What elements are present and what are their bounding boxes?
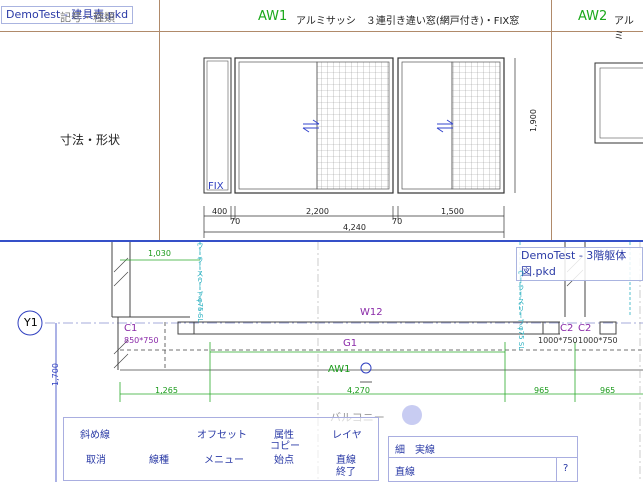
cmd-line-type[interactable]: 線種 [149,451,169,466]
aw2-drawing [594,62,643,144]
cmd-undo[interactable]: 取消 [86,451,106,466]
cmd-layer[interactable]: レイヤ [332,426,362,441]
help-button[interactable]: ? [563,463,568,474]
cmd-copy[interactable]: コピー [270,437,300,452]
grid-label-y1: Y1 [24,316,38,329]
dim-70-left: 70 [230,217,241,226]
cmd-menu[interactable]: メニュー [204,451,244,466]
column-label-c1: C1 [124,323,138,334]
row-label-size-shape: 寸法・形状 [60,133,121,147]
window-elevation-drawing [203,57,516,238]
line-command-item[interactable]: 直線 [395,463,415,478]
dim-965-left: 965 [534,386,550,395]
window-schedule-view[interactable]: DemoTest - 建具表.pkd 記号・種類 AW1 アルミサッシ ３連引き… [0,0,643,240]
command-toolbar: 斜め線 オフセット 属性 レイヤ コピー 取消 線種 メニュー 始点 直線 終了 [63,417,379,481]
line-type-panel: 細 実線 直線 ? [388,436,578,482]
sleeve-label-left: ウーラースリーブφ75 SL [196,242,204,323]
panel-separator [556,458,557,481]
dim-1265: 1,265 [155,386,178,395]
dim-1030: 1,030 [148,249,171,258]
fix-label: FIX [208,181,224,192]
dim-2200: 2,200 [306,207,329,216]
aw2-description: アルミ [614,16,634,42]
panel-divider [389,457,577,458]
window-label-aw1: AW1 [328,364,351,375]
aw1-code: AW1 [258,9,288,24]
column-size-c2-left: 1000*750 [538,336,578,345]
dim-70-right: 70 [392,217,403,226]
dim-total-4240: 4,240 [343,223,366,232]
column-size-c1: 850*750 [124,336,159,345]
aw2-code: AW2 [578,9,608,24]
wall-label-w12: W12 [360,307,383,318]
line-type-label: 細 実線 [395,445,435,456]
dim-400: 400 [212,207,228,216]
column-label-c2-right: C2 [578,323,592,334]
aw1-description: アルミサッシ ３連引き違い窓(網戸付き)・FIX窓 [296,16,520,27]
file-tab-floor-plan[interactable]: DemoTest - 3階躯体図.pkd [516,247,643,281]
dim-height-1900: 1,900 [528,109,538,132]
cmd-offset[interactable]: オフセット [197,426,247,441]
beam-label-g1: G1 [343,338,358,349]
dim-965-right: 965 [600,386,616,395]
sleeve-label-right: ウーラースリーブφ75 SL [517,270,525,351]
dim-1700: 1,700 [50,363,60,386]
cmd-start-point[interactable]: 始点 [274,451,294,466]
column-label-c2-left: C2 [560,323,574,334]
dim-4270: 4,270 [347,386,370,395]
cmd-diagonal-line[interactable]: 斜め線 [80,426,110,441]
header-symbol-type: 記号・種類 [60,11,115,24]
cmd-end[interactable]: 終了 [336,463,356,478]
column-size-c2-right: 1000*750 [578,336,618,345]
dim-1500: 1,500 [441,207,464,216]
